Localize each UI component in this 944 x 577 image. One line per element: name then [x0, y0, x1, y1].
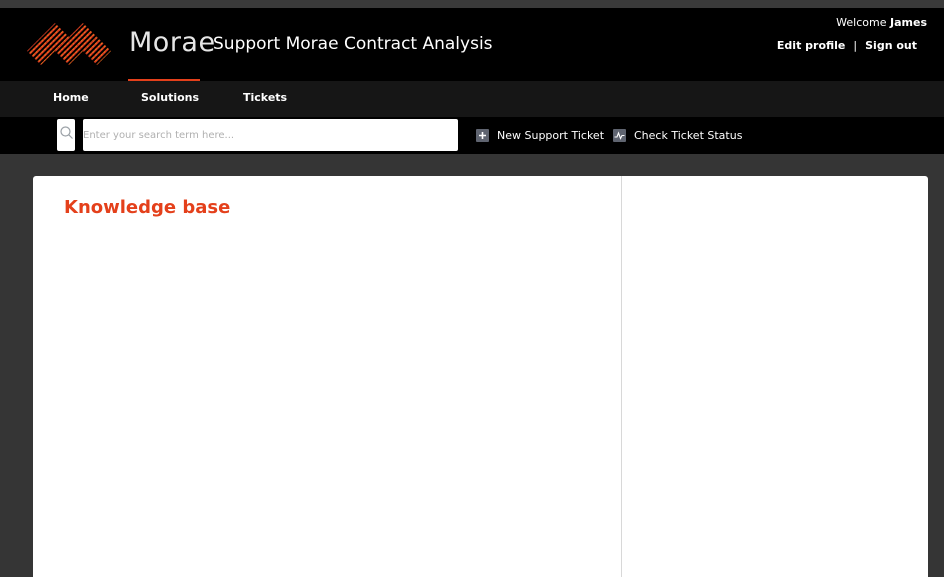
search-input[interactable]: [83, 119, 458, 151]
check-ticket-status-button[interactable]: Check Ticket Status: [613, 126, 742, 144]
search-bar: New Support Ticket Check Ticket Status: [0, 117, 944, 154]
logo-wordmark[interactable]: Morae: [129, 27, 216, 58]
nav-item-home[interactable]: Home: [53, 81, 89, 117]
nav-item-solutions-label: Solutions: [141, 91, 200, 104]
morae-logo-icon[interactable]: [27, 21, 113, 65]
page-title: Knowledge base: [64, 197, 231, 218]
nav-item-solutions[interactable]: Solutions: [141, 81, 199, 117]
main-navigation: Home Solutions Tickets: [0, 79, 944, 117]
active-nav-indicator: [128, 79, 200, 81]
activity-chart-icon: [613, 128, 626, 142]
search-button[interactable]: [57, 119, 75, 151]
main-column: Knowledge base: [33, 176, 622, 577]
new-support-ticket-label: New Support Ticket: [497, 128, 605, 142]
sign-out-link[interactable]: Sign out: [865, 39, 917, 52]
welcome-prefix: Welcome: [836, 16, 887, 29]
nav-item-tickets[interactable]: Tickets: [243, 81, 287, 117]
link-separator: |: [853, 39, 858, 52]
new-support-ticket-button[interactable]: New Support Ticket: [476, 126, 604, 144]
window-top-strip: [0, 0, 944, 8]
user-name: James: [890, 16, 927, 29]
welcome-message: Welcome James: [836, 16, 927, 29]
header: Morae Support Morae Contract Analysis We…: [0, 8, 944, 81]
check-ticket-status-label: Check Ticket Status: [634, 128, 743, 142]
user-links: Edit profile | Sign out: [777, 39, 917, 52]
plus-icon: [476, 128, 489, 142]
edit-profile-link[interactable]: Edit profile: [777, 39, 846, 52]
search-icon: [60, 126, 73, 139]
portal-title[interactable]: Support Morae Contract Analysis: [213, 34, 493, 54]
content-panel: Knowledge base: [33, 176, 928, 577]
